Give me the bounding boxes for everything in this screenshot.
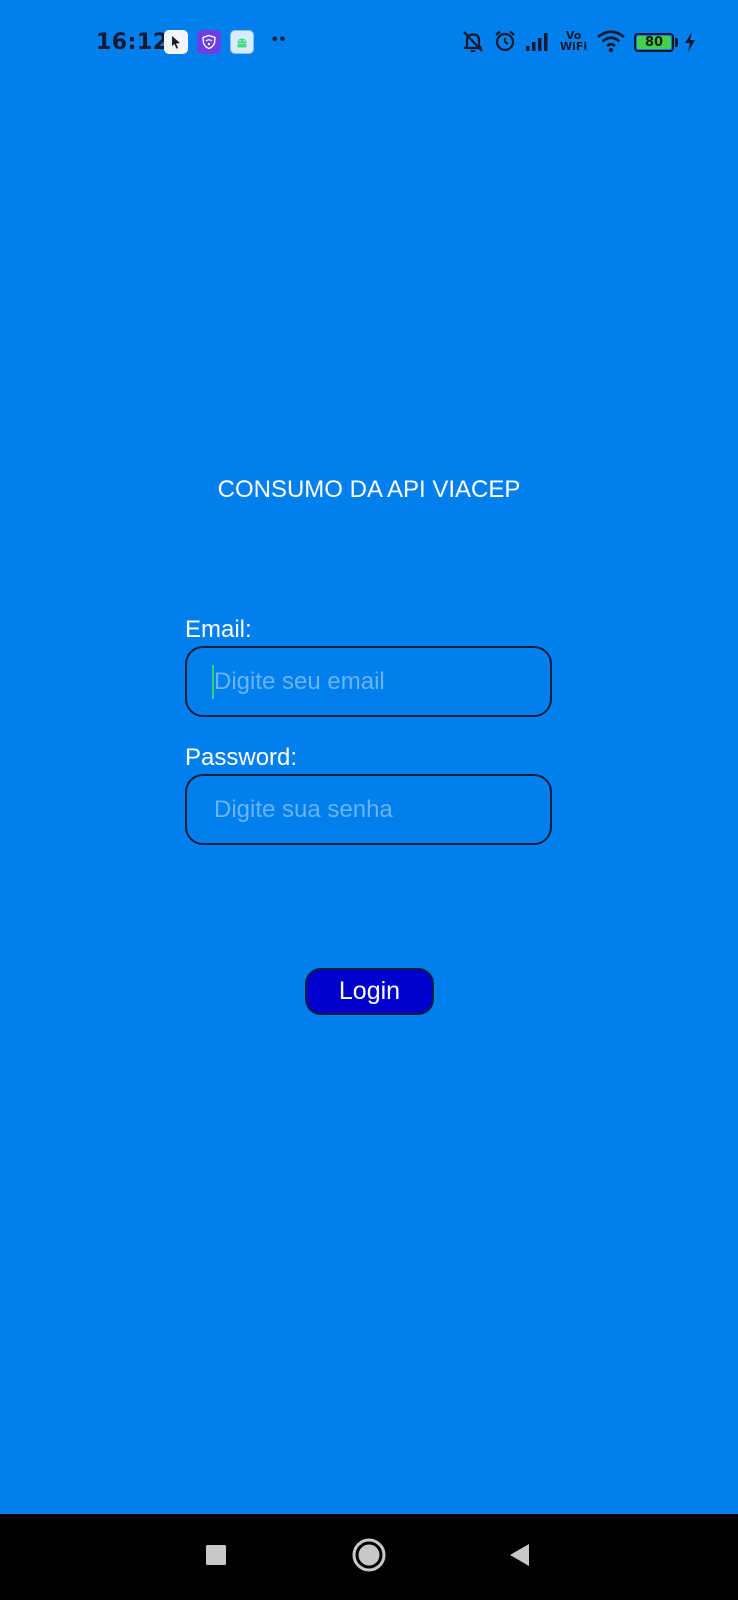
navigation-bar xyxy=(0,1514,738,1600)
volte-bottom-label: WiFi xyxy=(560,40,588,53)
status-time: 16:12 xyxy=(96,30,169,55)
email-input[interactable] xyxy=(185,646,552,717)
recents-icon xyxy=(204,1543,228,1572)
shield-wifi-app-icon xyxy=(197,30,221,54)
notifications-off-icon xyxy=(460,28,486,54)
back-button[interactable] xyxy=(480,1514,560,1600)
password-input[interactable] xyxy=(185,774,552,845)
email-label: Email: xyxy=(185,616,252,643)
recents-button[interactable] xyxy=(176,1514,256,1600)
text-cursor xyxy=(212,665,214,699)
battery-icon: 80 xyxy=(634,33,674,52)
charging-icon xyxy=(683,31,697,53)
home-icon xyxy=(351,1537,387,1578)
more-notifications-indicator: •• xyxy=(272,31,288,48)
android-app-icon xyxy=(230,30,254,54)
wifi-icon xyxy=(596,28,626,54)
back-icon xyxy=(507,1542,533,1573)
login-button[interactable]: Login xyxy=(305,968,434,1015)
volte-wifi-icon: Vo WiFi xyxy=(560,30,587,52)
status-bar: 16:12 •• Vo WiFi 80 xyxy=(0,0,738,86)
alarm-icon xyxy=(492,28,518,54)
password-label: Password: xyxy=(185,744,298,771)
login-screen: 16:12 •• Vo WiFi 80 CONSUMO DA API VIACE… xyxy=(0,0,738,1600)
page-title: CONSUMO DA API VIACEP xyxy=(217,476,521,503)
cursor-app-icon xyxy=(164,30,188,54)
battery-level: 80 xyxy=(637,36,671,49)
cell-signal-icon xyxy=(524,28,552,54)
battery-cap xyxy=(675,38,678,47)
home-button[interactable] xyxy=(329,1514,409,1600)
